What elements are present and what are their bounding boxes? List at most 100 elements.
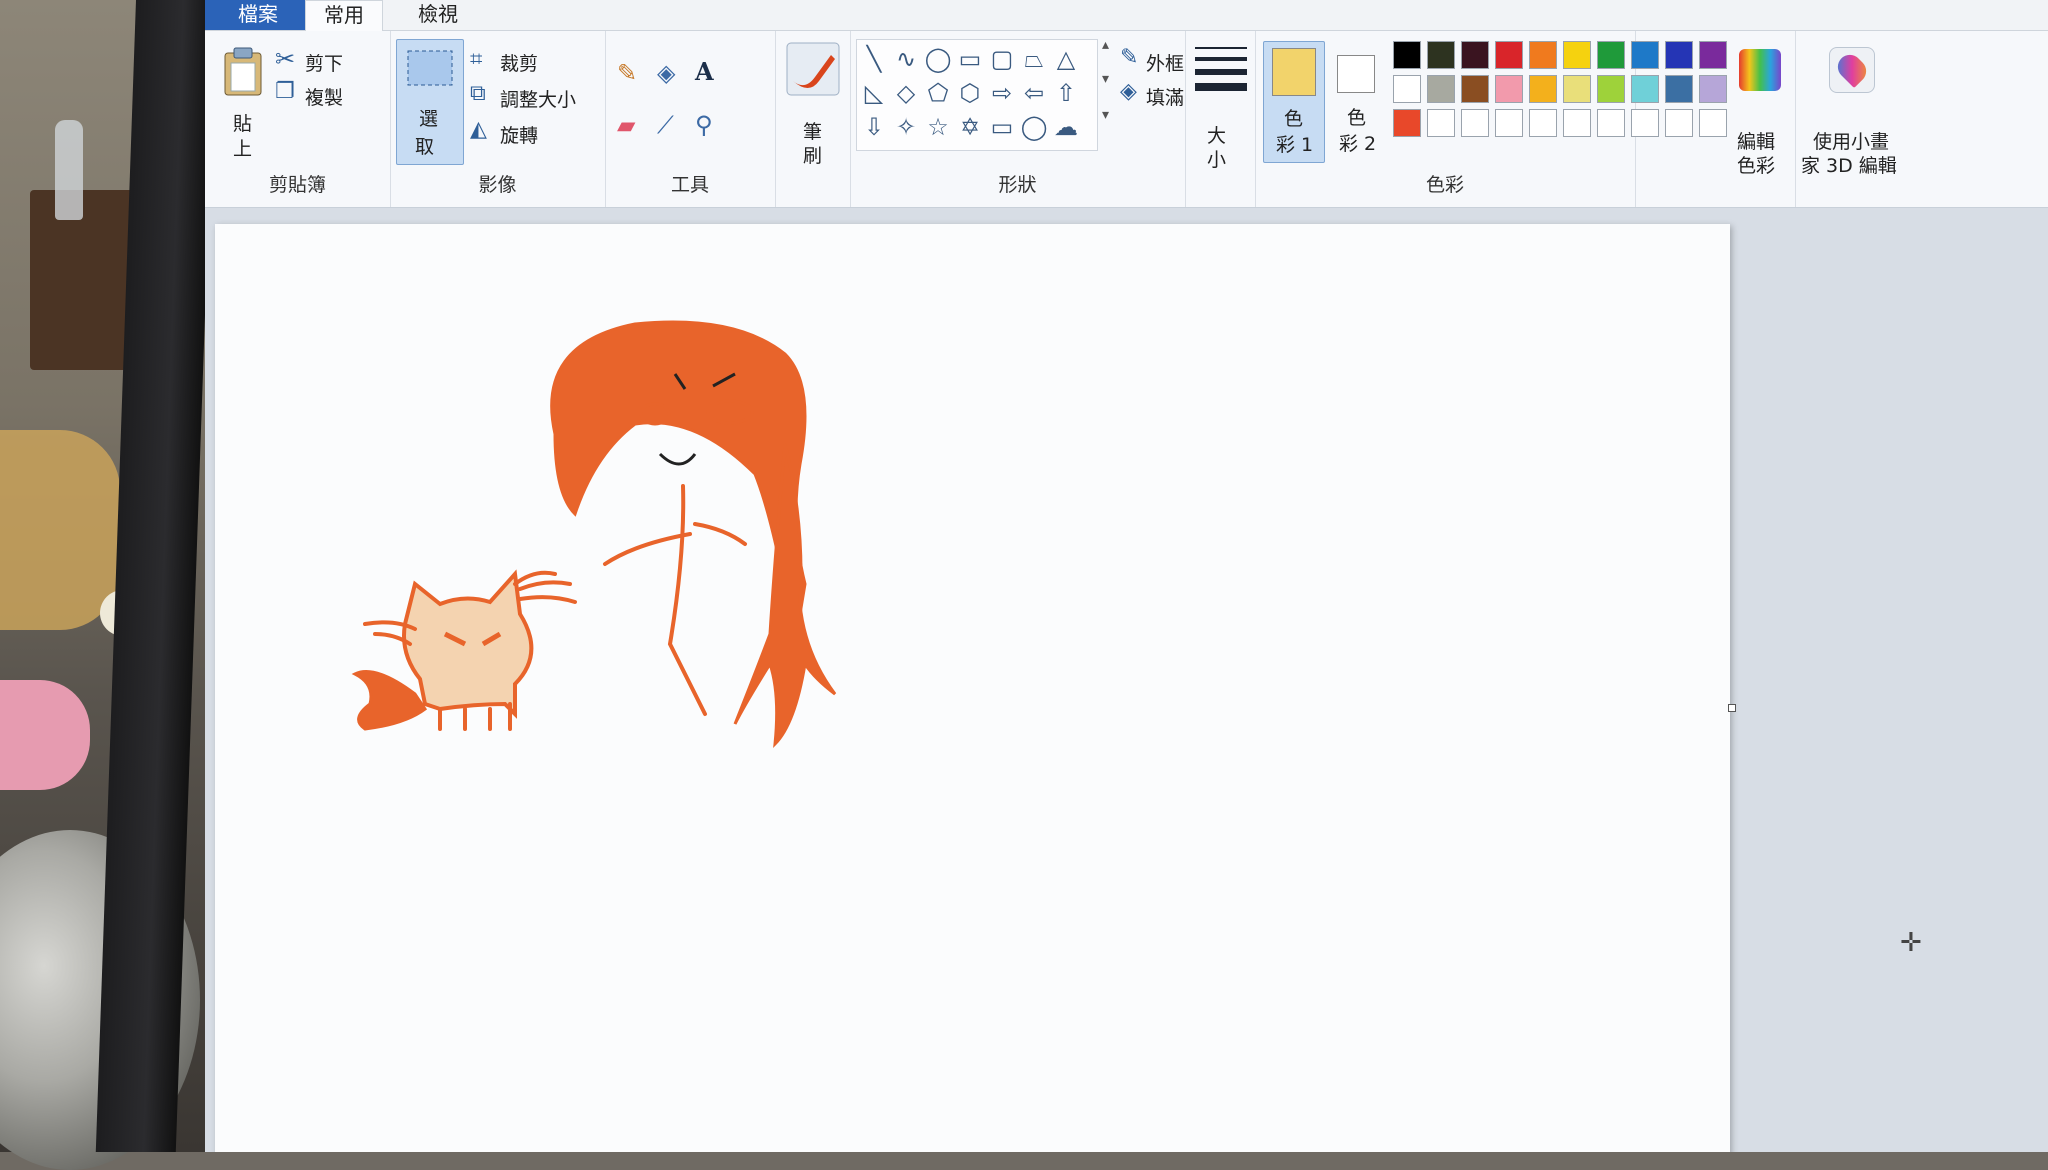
resize-button[interactable]: 調整大小 (500, 85, 576, 112)
pencil-icon[interactable]: ✎ (617, 59, 637, 87)
rectangle-shape-icon[interactable]: ▭ (955, 44, 985, 74)
star6-shape-icon[interactable]: ✡ (955, 112, 985, 142)
tab-view[interactable]: 檢視 (400, 0, 476, 30)
color2-swatch (1337, 55, 1375, 93)
fill-bucket-icon[interactable]: ◈ (657, 59, 675, 87)
fill-button[interactable]: 填滿 (1146, 83, 1184, 110)
palette-swatch[interactable] (1495, 41, 1523, 69)
color-picker-icon[interactable]: ⟋ (657, 111, 674, 139)
color2-button[interactable]: 色 彩 2 (1329, 41, 1387, 161)
copy-icon: ❐ (275, 79, 295, 104)
palette-swatch[interactable] (1563, 109, 1591, 137)
palette-swatch[interactable] (1699, 75, 1727, 103)
rounded-rect-shape-icon[interactable]: ▢ (987, 44, 1017, 74)
gallery-more-icon[interactable]: ▾ (1102, 107, 1109, 123)
girl-eye-left (639, 402, 671, 426)
ribbon: 貼 上 ✂ 剪下 ❐ 複製 剪貼簿 選 取 ⌗ 裁剪 ⧉ 調整大小 ◭ 旋轉 影… (205, 31, 2048, 209)
palette-swatch[interactable] (1529, 41, 1557, 69)
select-label-top: 選 (419, 108, 439, 130)
color1-label-bottom: 彩 1 (1276, 134, 1314, 156)
line-shape-icon[interactable]: ╲ (859, 44, 889, 74)
copy-button[interactable]: 複製 (305, 83, 343, 110)
fill-icon: ◈ (1120, 79, 1137, 104)
tab-home[interactable]: 常用 (305, 0, 383, 31)
palette-swatch[interactable] (1529, 75, 1557, 103)
text-tool-icon[interactable]: A (695, 57, 714, 86)
palette-swatch[interactable] (1665, 75, 1693, 103)
select-label-bottom: 取 (415, 136, 435, 158)
cloth (0, 430, 120, 630)
polygon-shape-icon[interactable]: ⏢ (1019, 44, 1049, 74)
canvas-resize-handle[interactable] (1728, 704, 1736, 712)
callout-rect-shape-icon[interactable]: ▭ (987, 112, 1017, 142)
select-button[interactable]: 選 取 (396, 39, 464, 165)
palette-swatch[interactable] (1563, 41, 1591, 69)
palette-swatch[interactable] (1427, 109, 1455, 137)
right-triangle-shape-icon[interactable]: ◺ (859, 78, 889, 108)
triangle-shape-icon[interactable]: △ (1051, 44, 1081, 74)
palette-swatch[interactable] (1393, 41, 1421, 69)
edit-colors-button[interactable]: 編輯 色彩 (1725, 31, 1796, 207)
callout-oval-shape-icon[interactable]: ◯ (1019, 112, 1049, 142)
selection-icon (407, 50, 453, 86)
palette-swatch[interactable] (1461, 75, 1489, 103)
child-drawing (351, 320, 837, 749)
eraser-icon[interactable]: ▰ (617, 111, 635, 139)
tab-file[interactable]: 檔案 (205, 0, 311, 30)
palette-swatch[interactable] (1631, 75, 1659, 103)
palette-swatch[interactable] (1461, 41, 1489, 69)
palette-swatch[interactable] (1529, 109, 1557, 137)
crop-button[interactable]: 裁剪 (500, 49, 538, 76)
palette-swatch[interactable] (1597, 75, 1625, 103)
palette-swatch[interactable] (1665, 109, 1693, 137)
palette-swatch[interactable] (1495, 109, 1523, 137)
paint3d-label-bottom: 家 3D 編輯 (1801, 155, 1897, 177)
outline-button[interactable]: 外框 (1146, 49, 1184, 76)
gallery-scroll-down-icon[interactable]: ▾ (1102, 71, 1109, 87)
brushes-button[interactable]: 筆 刷 (775, 31, 851, 207)
paste-button[interactable]: 貼 上 (215, 39, 270, 160)
gallery-scroll-up-icon[interactable]: ▴ (1102, 37, 1109, 53)
palette-swatch[interactable] (1563, 75, 1591, 103)
palette-swatch[interactable] (1427, 41, 1455, 69)
color2-label-bottom: 彩 2 (1339, 133, 1377, 155)
star5-shape-icon[interactable]: ☆ (923, 112, 953, 142)
oval-shape-icon[interactable]: ◯ (923, 44, 953, 74)
curve-shape-icon[interactable]: ∿ (891, 44, 921, 74)
palette-swatch[interactable] (1495, 75, 1523, 103)
color1-button[interactable]: 色 彩 1 (1263, 41, 1325, 163)
palette-swatch[interactable] (1597, 41, 1625, 69)
arrow-up-shape-icon[interactable]: ⇧ (1051, 78, 1081, 108)
palette-swatch[interactable] (1631, 109, 1659, 137)
arrow-right-shape-icon[interactable]: ⇨ (987, 78, 1017, 108)
arrow-down-shape-icon[interactable]: ⇩ (859, 112, 889, 142)
palette-swatch[interactable] (1699, 109, 1727, 137)
edit-colors-label-top: 編輯 (1737, 131, 1776, 153)
palette-swatch[interactable] (1461, 109, 1489, 137)
size-button[interactable]: 大 小 (1185, 31, 1256, 207)
palette-swatch[interactable] (1393, 109, 1421, 137)
palette-swatch[interactable] (1393, 75, 1421, 103)
color1-label-top: 色 (1284, 108, 1304, 130)
diamond-shape-icon[interactable]: ◇ (891, 78, 921, 108)
group-image: 選 取 ⌗ 裁剪 ⧉ 調整大小 ◭ 旋轉 影像 (390, 31, 606, 207)
brushes-label-bottom: 刷 (803, 145, 823, 167)
cut-button[interactable]: 剪下 (305, 49, 343, 76)
palette-swatch[interactable] (1631, 41, 1659, 69)
callout-cloud-shape-icon[interactable]: ☁ (1051, 112, 1081, 142)
palette-swatch[interactable] (1699, 41, 1727, 69)
palette-swatch[interactable] (1597, 109, 1625, 137)
rotate-button[interactable]: 旋轉 (500, 121, 538, 148)
girl-eye-right (706, 399, 754, 425)
paint3d-button[interactable]: 使用小畫 家 3D 編輯 (1795, 31, 1905, 207)
hexagon-shape-icon[interactable]: ⬡ (955, 78, 985, 108)
palette-swatch[interactable] (1665, 41, 1693, 69)
pentagon-shape-icon[interactable]: ⬠ (923, 78, 953, 108)
pink-object (0, 680, 90, 790)
palette-swatch[interactable] (1427, 75, 1455, 103)
drawing-canvas[interactable] (215, 224, 1736, 1152)
arrow-left-shape-icon[interactable]: ⇦ (1019, 78, 1049, 108)
magnifier-icon[interactable]: ⚲ (695, 111, 713, 139)
group-colors: 色 彩 1 色 彩 2 色彩 (1255, 31, 1727, 207)
star4-shape-icon[interactable]: ✧ (891, 112, 921, 142)
